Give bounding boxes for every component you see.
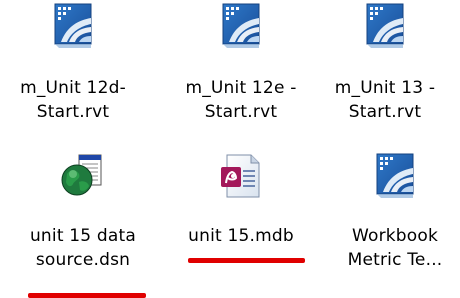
- file-name-line-2: Metric Te...: [347, 250, 443, 270]
- file-name-line-1: m_Unit 13 -: [334, 78, 436, 98]
- file-name-line-2: source.dsn: [35, 250, 131, 270]
- file-name-line-2: Start.rvt: [36, 102, 110, 122]
- file-name-line-2: Start.rvt: [204, 102, 278, 122]
- odbc-data-source-icon: [59, 152, 107, 200]
- file-name-line-1: unit 15 data: [29, 226, 137, 246]
- access-database-icon: [217, 152, 265, 200]
- revit-project-icon: [361, 2, 409, 50]
- file-name-line-1: m_Unit 12e -: [185, 78, 297, 98]
- file-name-line-1: Workbook: [351, 226, 439, 246]
- file-m-unit-13-start[interactable]: m_Unit 13 - Start.rvt: [310, 2, 460, 124]
- file-workbook-metric[interactable]: Workbook Metric Te...: [320, 152, 460, 272]
- file-m-unit-12d-start[interactable]: m_Unit 12d- Start.rvt: [0, 2, 148, 124]
- revit-project-icon: [49, 2, 97, 50]
- file-name-line-2: Start.rvt: [348, 102, 422, 122]
- highlight-underline-dsn: [28, 293, 146, 298]
- file-m-unit-12e-start[interactable]: m_Unit 12e - Start.rvt: [166, 2, 316, 124]
- revit-project-icon: [371, 152, 419, 200]
- file-name-line-1: unit 15.mdb: [188, 226, 294, 246]
- highlight-underline-mdb: [188, 258, 305, 263]
- file-name-line-1: m_Unit 12d-: [20, 78, 126, 98]
- file-unit-15-mdb[interactable]: unit 15.mdb: [166, 152, 316, 248]
- revit-project-icon: [217, 2, 265, 50]
- file-unit-15-data-source-dsn[interactable]: unit 15 data source.dsn: [8, 152, 158, 272]
